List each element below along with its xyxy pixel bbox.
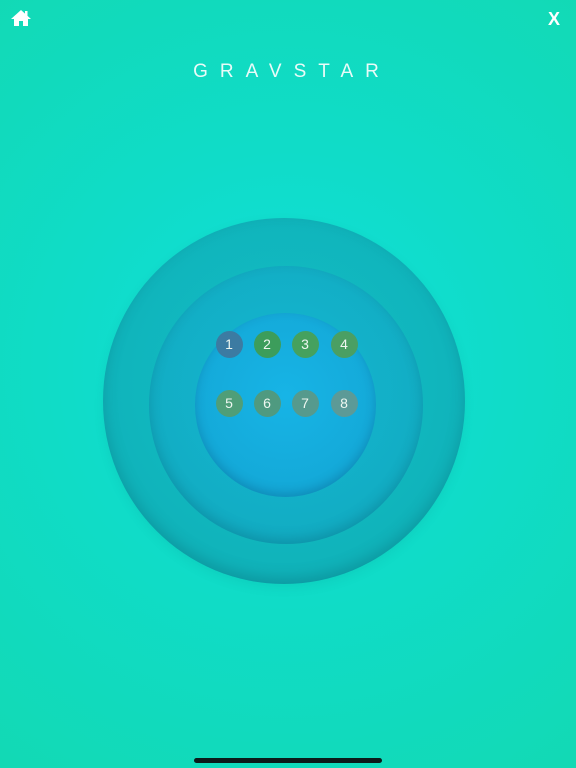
- close-button[interactable]: X: [546, 10, 562, 28]
- home-indicator: [194, 758, 382, 763]
- level-button-8[interactable]: 8: [330, 389, 358, 417]
- level-button-2[interactable]: 2: [253, 330, 281, 358]
- level-button-1[interactable]: 1: [215, 330, 243, 358]
- level-button-3[interactable]: 3: [291, 330, 319, 358]
- home-button[interactable]: [10, 9, 32, 27]
- level-button-5[interactable]: 5: [215, 389, 243, 417]
- level-button-7[interactable]: 7: [291, 389, 319, 417]
- level-button-6[interactable]: 6: [253, 389, 281, 417]
- home-icon: [11, 10, 31, 26]
- game-title: GRAVSTAR: [193, 61, 391, 82]
- level-button-4[interactable]: 4: [330, 330, 358, 358]
